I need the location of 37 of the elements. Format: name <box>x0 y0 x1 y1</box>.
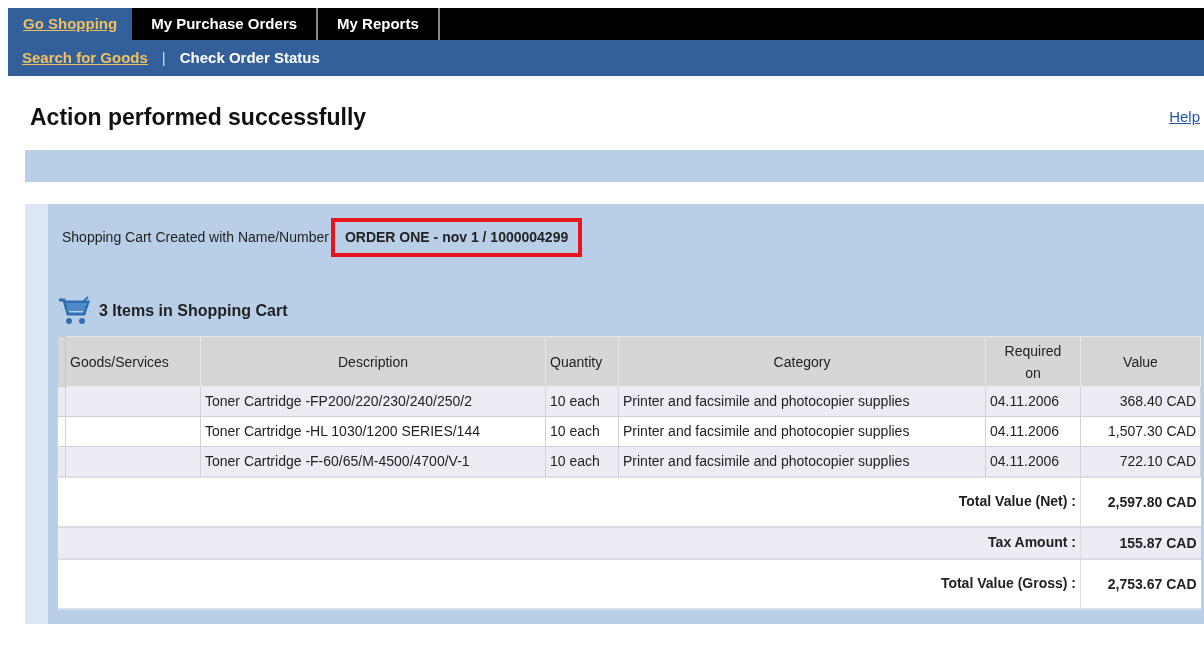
column-header: Description <box>200 336 546 387</box>
nav-tab[interactable]: Go Shopping <box>8 8 133 40</box>
table-cell: 04.11.2006 <box>985 416 1081 447</box>
subnav-link[interactable]: Check Order Status <box>179 46 320 70</box>
column-header: Quantity <box>545 336 619 387</box>
table-cell: Printer and facsimile and photocopier supplies <box>618 446 986 477</box>
table-cell: Printer and facsimile and photocopier supplies <box>618 416 986 447</box>
subnav-link[interactable]: Search for Goods <box>22 46 148 70</box>
column-header: Value <box>1080 336 1201 387</box>
table-cell: Toner Cartridge -F-60/65/M-4500/4700/V-1 <box>200 446 546 477</box>
total-label: Total Value (Net) : <box>57 476 1081 527</box>
page-heading: Action performed successfully <box>30 102 367 132</box>
total-value: 2,753.67 CAD <box>1080 558 1201 609</box>
table-cell: 04.11.2006 <box>985 446 1081 477</box>
table-cell: 368.40 CAD <box>1080 386 1201 417</box>
cart-title: 3 Items in Shopping Cart <box>99 301 288 321</box>
nav-separator: | <box>161 47 166 68</box>
column-header: Goods/Services <box>65 336 201 387</box>
confirmation-label: Shopping Cart Created with Name/Number <box>61 227 329 247</box>
table-cell: 722.10 CAD <box>1080 446 1201 477</box>
table-cell: 10 each <box>545 416 619 447</box>
help-link[interactable]: Help <box>1169 105 1204 129</box>
table-cell: 10 each <box>545 386 619 417</box>
total-label: Total Value (Gross) : <box>57 558 1081 609</box>
cart-icon <box>57 296 91 326</box>
table-cell: Toner Cartridge -FP200/220/230/240/250/2 <box>200 386 546 417</box>
column-header: Required on <box>985 336 1081 387</box>
total-label: Tax Amount : <box>57 526 1081 559</box>
table-cell: 1,507.30 CAD <box>1080 416 1201 447</box>
order-reference: ORDER ONE - nov 1 / 1000004299 <box>330 217 583 257</box>
table-cell: Toner Cartridge -HL 1030/1200 SERIES/144 <box>200 416 546 447</box>
total-value: 2,597.80 CAD <box>1080 476 1201 527</box>
table-cell: Printer and facsimile and photocopier supplies <box>618 386 986 417</box>
total-value: 155.87 CAD <box>1080 526 1201 559</box>
table-cell: 10 each <box>545 446 619 477</box>
table-cell: 04.11.2006 <box>985 386 1081 417</box>
column-header: Category <box>618 336 986 387</box>
